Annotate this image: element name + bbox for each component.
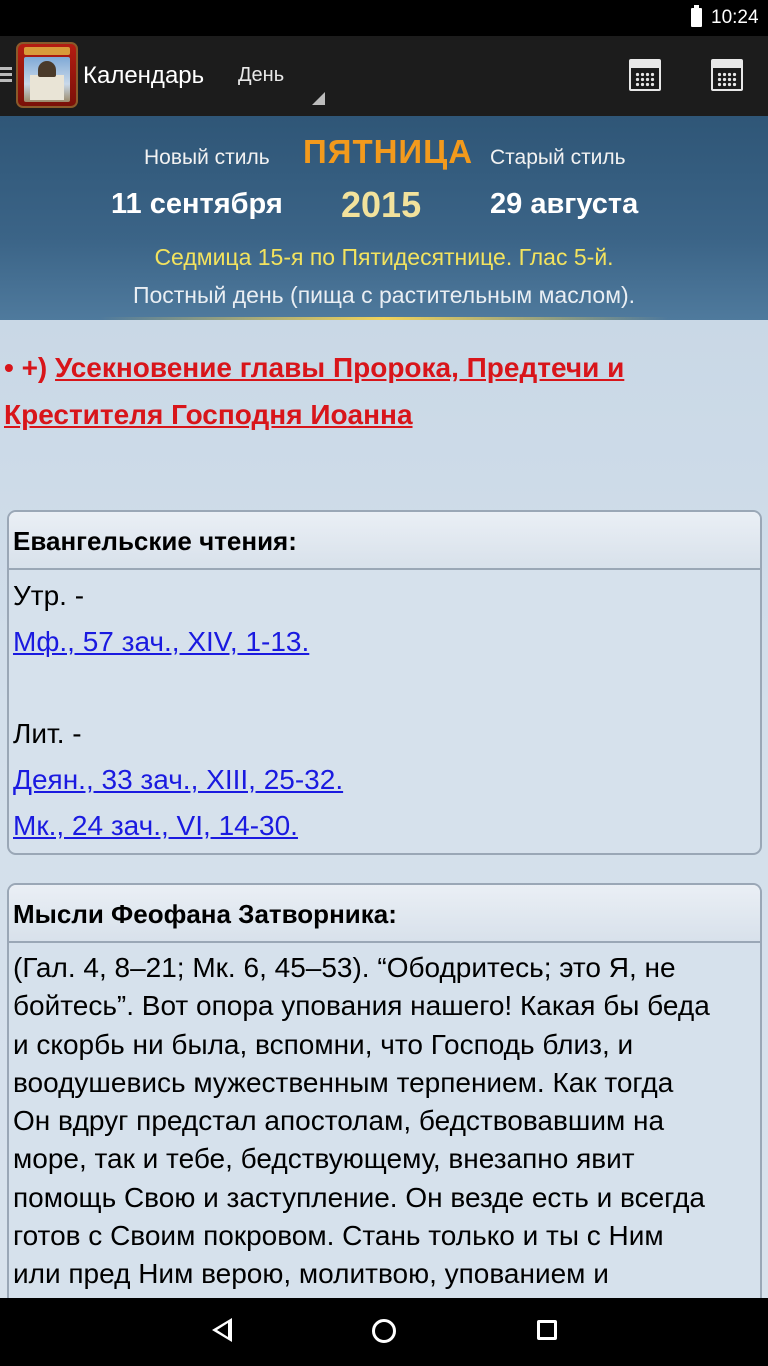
day-content[interactable]: • +) Усекновение главы Пророка, Предтечи… [0, 320, 768, 1298]
status-clock: 10:24 [711, 7, 759, 28]
week-info: Седмица 15-я по Пятидесятнице. Глас 5-й. [154, 244, 614, 270]
new-style-label: Новый стиль [144, 146, 270, 169]
reading-link-acts[interactable]: Деян., 33 зач., XIII, 25-32. [13, 764, 343, 795]
old-style-date: 29 августа [490, 188, 639, 220]
calendar-month-icon[interactable] [711, 59, 743, 91]
reading-link-mark[interactable]: Мк., 24 зач., VI, 14-30. [13, 810, 298, 841]
app-title: Календарь [83, 62, 205, 89]
status-bar: 10:24 [0, 0, 768, 36]
calendar-week-icon[interactable] [629, 59, 661, 91]
navigation-bar [0, 1298, 768, 1366]
reading-link-matins[interactable]: Мф., 57 зач., XIV, 1-13. [13, 626, 309, 657]
back-icon[interactable] [212, 1318, 232, 1342]
dropdown-arrow-icon[interactable] [312, 92, 325, 105]
thought-line: море, так и тебе, бедствующему, внезапно… [13, 1143, 635, 1175]
thought-line: Он вдруг предстал апостолам, бедствовавш… [13, 1105, 665, 1137]
feast-title-link[interactable]: Усекновение главы Пророка, Предтечи и Кр… [4, 352, 624, 430]
thought-line: помощь Свою и заступление. Он везде есть… [13, 1181, 706, 1213]
logo-label [24, 47, 70, 55]
old-style-label: Старый стиль [490, 146, 626, 169]
drawer-icon[interactable] [0, 67, 12, 83]
thought-line: бойтесь”. Вот опора упования нашего! Как… [13, 990, 710, 1022]
thought-line: воодушевись мужественным терпением. Как … [13, 1066, 674, 1098]
battery-icon [691, 5, 702, 27]
thought-line: и скорбь ни была, вспомни, что Господь б… [13, 1028, 634, 1060]
year: 2015 [341, 184, 422, 225]
thought-line: (Гал. 4, 8–21; Мк. 6, 45–53). “Ободритес… [13, 952, 676, 983]
logo-dome [38, 61, 56, 77]
feast-entry: • +) Усекновение главы Пророка, Предтечи… [4, 344, 704, 438]
gospel-readings-panel: Евангельские чтения: Утр. - Мф., 57 зач.… [7, 510, 762, 855]
theophan-thoughts-panel: Мысли Феофана Затворника: (Гал. 4, 8–21;… [7, 883, 762, 1298]
thought-line: или пред Ним верою, молитвою, упованием … [13, 1258, 609, 1290]
date-header: Новый стиль ПЯТНИЦА Старый стиль 11 сент… [0, 116, 768, 320]
liturgy-label: Лит. - [13, 718, 82, 749]
feast-marker: • +) [4, 352, 48, 383]
gospel-readings-heading: Евангельские чтения: [9, 512, 760, 570]
home-icon[interactable] [372, 1319, 396, 1343]
view-mode-select[interactable]: День [238, 64, 284, 87]
recent-apps-icon[interactable] [537, 1320, 557, 1340]
matins-label: Утр. - [13, 580, 85, 611]
theophan-thoughts-text: (Гал. 4, 8–21; Мк. 6, 45–53). “Ободритес… [9, 943, 760, 1294]
thought-line: готов с Своим покровом. Стань только и т… [13, 1220, 664, 1252]
fast-info: Постный день (пища с растительным маслом… [132, 282, 636, 308]
app-logo[interactable] [16, 42, 78, 108]
day-name: ПЯТНИЦА [303, 133, 474, 170]
theophan-thoughts-heading: Мысли Феофана Затворника: [9, 885, 760, 943]
logo-church [30, 75, 64, 100]
new-style-date: 11 сентября [111, 188, 283, 220]
